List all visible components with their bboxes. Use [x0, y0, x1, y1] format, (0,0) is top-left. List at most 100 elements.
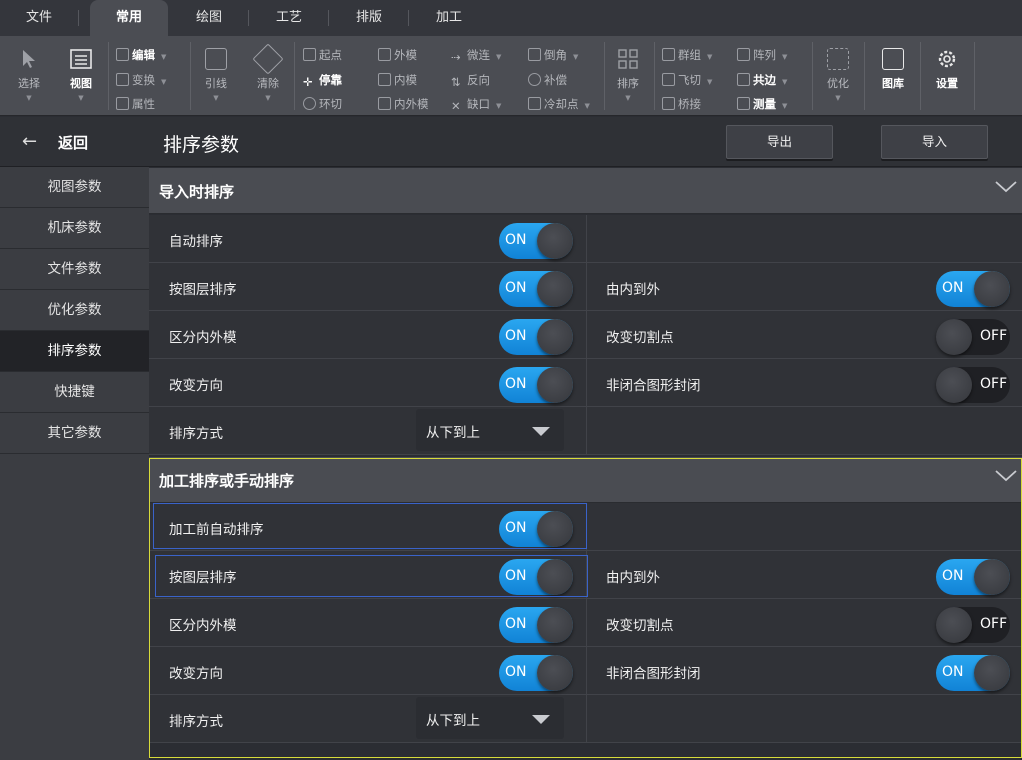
toggle-switch[interactable]: ON: [499, 367, 574, 405]
column-divider: [586, 503, 587, 551]
setting-sort-method: 排序方式 从下到上: [149, 695, 586, 743]
menu-tab-draw[interactable]: 绘图: [186, 0, 232, 36]
sidebar-item-view-params[interactable]: 视图参数: [0, 167, 149, 208]
common-edge-button[interactable]: 共边 ▼: [737, 69, 787, 91]
ribbon-divider: [864, 42, 865, 110]
setting-label: 区分内外模: [169, 618, 237, 634]
toggle-switch[interactable]: ON: [499, 511, 574, 549]
menu-tab-nesting[interactable]: 排版: [346, 0, 392, 36]
menu-tab-common[interactable]: 常用: [90, 0, 168, 36]
cooling-point-button[interactable]: 冷却点 ▼: [528, 93, 590, 115]
sort-method-dropdown[interactable]: 从下到上: [416, 697, 564, 739]
setting-label: 改变方向: [169, 378, 223, 394]
group-label: 群组: [678, 48, 701, 62]
setting-auto-sort: 自动排序 ON: [149, 215, 586, 263]
measure-button[interactable]: 测量 ▼: [737, 93, 787, 115]
bridge-icon: [662, 97, 675, 110]
toggle-state: OFF: [980, 328, 1008, 344]
in-out-mold-button[interactable]: 内外模: [378, 93, 429, 115]
common-edge-icon: [737, 73, 750, 86]
toggle-switch[interactable]: ON: [936, 271, 1011, 309]
toggle-switch[interactable]: OFF: [936, 367, 1011, 405]
section-header-import-sort[interactable]: 导入时排序: [149, 168, 1022, 214]
sidebar-item-machine-params[interactable]: 机床参数: [0, 208, 149, 249]
bridge-button[interactable]: 桥接: [662, 93, 701, 115]
group-button[interactable]: 群组 ▼: [662, 44, 712, 66]
section-header-process-sort[interactable]: 加工排序或手动排序: [149, 457, 1022, 503]
setting-label: 按图层排序: [169, 282, 237, 298]
setting-label: 改变切割点: [606, 618, 674, 634]
sidebar-item-other-params[interactable]: 其它参数: [0, 413, 149, 454]
settings-button[interactable]: 设置: [928, 48, 966, 91]
common-edge-label: 共边: [753, 73, 776, 87]
sidebar-item-sort-params[interactable]: 排序参数: [0, 331, 149, 372]
dock-button[interactable]: ✛ 停靠: [303, 69, 342, 91]
setting-auto-sort-before-process: 加工前自动排序 ON: [149, 503, 586, 551]
transform-icon: [116, 73, 129, 86]
reverse-button[interactable]: ⇅ 反向: [451, 69, 490, 91]
export-button[interactable]: 导出: [726, 125, 833, 159]
toggle-switch[interactable]: OFF: [936, 319, 1011, 357]
chevron-down-icon: [995, 181, 1017, 193]
library-button[interactable]: 图库: [874, 48, 912, 91]
sidebar-item-file-params[interactable]: 文件参数: [0, 249, 149, 290]
toggle-switch[interactable]: ON: [499, 655, 574, 693]
settings-row: 改变方向 ON 非闭合图形封闭 ON: [149, 647, 1022, 695]
reverse-label: 反向: [467, 73, 490, 87]
settings-row: 加工前自动排序 ON: [149, 503, 1022, 551]
clear-button[interactable]: 清除 ▼: [250, 43, 286, 102]
optimize-button[interactable]: 优化 ▼: [820, 48, 856, 102]
outer-mold-button[interactable]: 外模: [378, 44, 417, 66]
app-window: 文件 常用 绘图 工艺 排版 加工 选择 ▼ 视图 ▼ 编辑 ▼ 变换 ▼ 属性 引…: [0, 0, 1022, 760]
ribbon-divider: [294, 42, 295, 110]
back-button[interactable]: ← 返回: [0, 117, 149, 167]
loop-cut-button[interactable]: 环切: [303, 93, 342, 115]
setting-label: 排序方式: [169, 426, 223, 442]
sidebar-item-shortcuts[interactable]: 快捷键: [0, 372, 149, 413]
ribbon-divider: [812, 42, 813, 110]
select-tool-button[interactable]: 选择 ▼: [10, 48, 48, 102]
view-tool-button[interactable]: 视图 ▼: [62, 48, 100, 102]
compensate-button[interactable]: 补偿: [528, 69, 567, 91]
dropdown-caret-icon: ▼: [782, 53, 788, 61]
lead-line-icon: [205, 48, 227, 70]
start-point-button[interactable]: 起点: [303, 44, 342, 66]
fly-cut-button[interactable]: 飞切 ▼: [662, 69, 712, 91]
menu-divider: [328, 10, 329, 26]
gap-button[interactable]: ✕ 缺口 ▼: [451, 93, 501, 115]
micro-joint-button[interactable]: ⇢ 微连 ▼: [451, 44, 501, 66]
dock-label: 停靠: [319, 73, 342, 87]
bridge-label: 桥接: [678, 97, 701, 111]
ribbon-toolbar: 选择 ▼ 视图 ▼ 编辑 ▼ 变换 ▼ 属性 引线 ▼ 清除 ▼ 起点 ✛ 停靠 环切 外…: [0, 36, 1022, 116]
setting-change-cut-point: 改变切割点 OFF: [586, 599, 1022, 647]
lead-line-button[interactable]: 引线 ▼: [198, 48, 234, 102]
settings-row: 排序方式 从下到上: [149, 407, 1022, 455]
edit-button[interactable]: 编辑 ▼: [116, 44, 166, 66]
sort-button[interactable]: 排序 ▼: [610, 48, 646, 102]
inner-mold-button[interactable]: 内模: [378, 69, 417, 91]
sidebar-item-optimize-params[interactable]: 优化参数: [0, 290, 149, 331]
toggle-switch[interactable]: ON: [499, 559, 574, 597]
column-divider: [586, 215, 587, 263]
toggle-switch[interactable]: ON: [499, 271, 574, 309]
chamfer-button[interactable]: 倒角 ▼: [528, 44, 578, 66]
toggle-switch[interactable]: ON: [499, 319, 574, 357]
section-title: 加工排序或手动排序: [159, 472, 295, 490]
sort-method-dropdown[interactable]: 从下到上: [416, 409, 564, 451]
menu-tab-process[interactable]: 工艺: [266, 0, 312, 36]
fly-cut-icon: [662, 73, 675, 86]
dropdown-caret-icon: ▼: [782, 102, 788, 110]
import-button[interactable]: 导入: [881, 125, 988, 159]
array-button[interactable]: 阵列 ▼: [737, 44, 787, 66]
menu-tab-machining[interactable]: 加工: [426, 0, 472, 36]
toggle-switch[interactable]: ON: [936, 559, 1011, 597]
toggle-switch[interactable]: ON: [499, 223, 574, 261]
toggle-switch[interactable]: OFF: [936, 607, 1011, 645]
transform-button[interactable]: 变换 ▼: [116, 69, 166, 91]
toggle-switch[interactable]: ON: [936, 655, 1011, 693]
chevron-down-icon: ▼: [835, 94, 841, 102]
menu-tab-file[interactable]: 文件: [14, 0, 64, 36]
toggle-switch[interactable]: ON: [499, 607, 574, 645]
inner-mold-icon: [378, 73, 391, 86]
property-button[interactable]: 属性: [116, 93, 155, 115]
